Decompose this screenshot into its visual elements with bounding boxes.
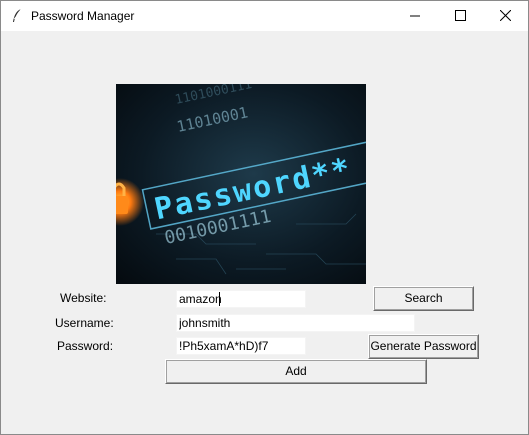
minimize-button[interactable] bbox=[393, 1, 438, 31]
close-button[interactable] bbox=[483, 1, 528, 31]
password-banner-graphic: 1101000111 11010001 Password** 001000111… bbox=[116, 84, 366, 284]
website-label: Website: bbox=[60, 291, 107, 305]
password-input[interactable] bbox=[176, 337, 306, 355]
username-label: Username: bbox=[55, 316, 114, 330]
maximize-icon bbox=[455, 10, 466, 21]
password-label: Password: bbox=[57, 339, 114, 353]
minimize-icon bbox=[410, 15, 420, 17]
feather-icon bbox=[13, 8, 22, 22]
add-button[interactable]: Add bbox=[165, 359, 427, 384]
close-icon bbox=[500, 10, 511, 21]
generate-password-button[interactable]: Generate Password bbox=[368, 334, 479, 359]
maximize-button[interactable] bbox=[438, 1, 483, 31]
title-bar[interactable]: Password Manager bbox=[1, 1, 528, 31]
password-banner-image: 1101000111 11010001 Password** 001000111… bbox=[116, 84, 366, 284]
website-input[interactable] bbox=[176, 290, 306, 308]
app-window: Password Manager 1101000111 11010001 Pas… bbox=[0, 0, 529, 435]
window-title: Password Manager bbox=[31, 9, 135, 23]
username-input[interactable] bbox=[176, 314, 415, 332]
text-cursor bbox=[219, 292, 220, 306]
search-button[interactable]: Search bbox=[373, 286, 474, 311]
